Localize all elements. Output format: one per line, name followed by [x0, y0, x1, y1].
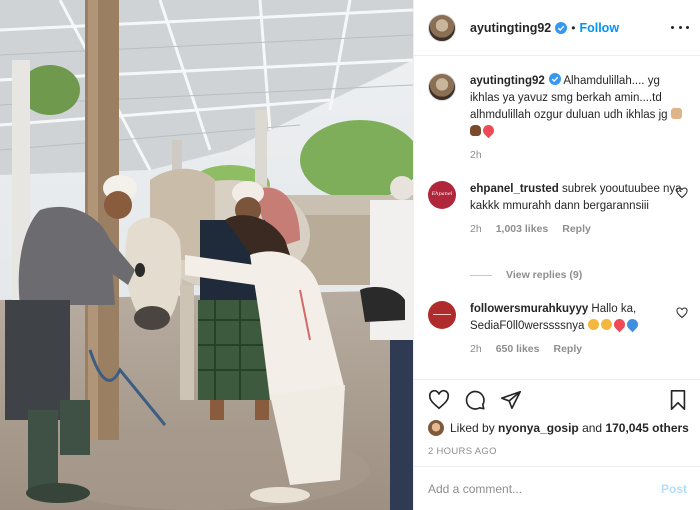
- comment-item: followersmurahkuyyy Hallo ka, SediaF0ll0…: [428, 301, 688, 358]
- comment-body: followersmurahkuyyy Hallo ka, SediaF0ll0…: [470, 301, 688, 358]
- reply-button[interactable]: Reply: [562, 223, 591, 235]
- post-side-panel: ayutingting92 • Follow ayutingting92 Alh…: [413, 0, 700, 510]
- comment-username[interactable]: followersmurahkuyyy: [470, 303, 588, 315]
- comment-item: ehpanel_trusted subrek yooutuubee nya ka…: [428, 181, 688, 238]
- likes-summary: Liked by nyonya_gosip and 170,045 others: [428, 420, 689, 436]
- post-photo[interactable]: [0, 0, 413, 510]
- liker-avatar[interactable]: [428, 420, 444, 436]
- comment-meta: 2h 650 likes Reply: [470, 341, 688, 358]
- heart-icon[interactable]: [428, 389, 450, 411]
- likes-middle: and: [582, 421, 603, 435]
- caption-body: ayutingting92 Alhamdulillah.... yg ikhla…: [470, 73, 688, 164]
- comment-likes[interactable]: 1,003 likes: [496, 223, 549, 235]
- verified-badge-icon: [555, 21, 568, 34]
- comments-list[interactable]: ayutingting92 Alhamdulillah.... yg ikhla…: [414, 57, 700, 379]
- verified-badge-icon: [548, 73, 561, 85]
- heart-eyes-emoji-icon: [600, 319, 612, 330]
- heart-eyes-emoji-icon: [587, 319, 599, 330]
- post-header: ayutingting92 • Follow: [414, 0, 700, 56]
- comment-username[interactable]: ehpanel_trusted: [470, 183, 559, 195]
- post-timestamp[interactable]: 2 HOURS AGO: [428, 446, 497, 457]
- comment-like-heart-icon[interactable]: [676, 307, 688, 319]
- comment-time: 2h: [470, 223, 482, 235]
- more-options-icon[interactable]: [671, 20, 689, 34]
- likes-count[interactable]: 170,045 others: [605, 421, 688, 435]
- owner-username[interactable]: ayutingting92: [470, 21, 551, 35]
- owner-avatar[interactable]: [428, 13, 456, 42]
- red-heart-icon: [480, 122, 497, 139]
- post-actions-area: Liked by nyonya_gosip and 170,045 others…: [414, 379, 700, 465]
- caption-meta: 2h: [470, 147, 688, 164]
- view-replies-line: [470, 274, 492, 276]
- ox-icon: [470, 125, 481, 136]
- caption-time: 2h: [470, 149, 482, 161]
- view-replies-label: View replies (9): [506, 269, 583, 281]
- praying-hands-icon: [670, 108, 682, 119]
- bookmark-icon[interactable]: [667, 389, 689, 411]
- red-heart-icon: [611, 316, 627, 333]
- commenter-avatar[interactable]: [428, 181, 456, 209]
- paper-plane-icon[interactable]: [500, 389, 522, 411]
- liker-username[interactable]: nyonya_gosip: [498, 421, 579, 435]
- commenter-avatar[interactable]: [428, 301, 456, 329]
- add-comment-bar: Post: [414, 466, 700, 510]
- header-separator: •: [571, 20, 576, 35]
- blue-heart-icon: [624, 316, 640, 333]
- view-replies-button[interactable]: View replies (9): [470, 269, 582, 281]
- comment-input[interactable]: [428, 481, 661, 496]
- comment-body: ehpanel_trusted subrek yooutuubee nya ka…: [470, 181, 688, 238]
- comment-like-heart-icon[interactable]: [676, 187, 688, 199]
- comment-likes[interactable]: 650 likes: [496, 343, 540, 355]
- caption-username[interactable]: ayutingting92: [470, 75, 545, 87]
- action-bar: [428, 389, 536, 411]
- photo-illustration: [0, 0, 413, 510]
- comment-time: 2h: [470, 343, 482, 355]
- post-comment-button[interactable]: Post: [661, 482, 687, 496]
- caption-avatar[interactable]: [428, 73, 456, 101]
- caption: ayutingting92 Alhamdulillah.... yg ikhla…: [428, 73, 688, 164]
- instagram-post: ayutingting92 • Follow ayutingting92 Alh…: [0, 0, 700, 510]
- reply-button[interactable]: Reply: [553, 343, 582, 355]
- comment-meta: 2h 1,003 likes Reply: [470, 221, 688, 238]
- comment-bubble-icon[interactable]: [464, 389, 486, 411]
- follow-button[interactable]: Follow: [579, 21, 619, 35]
- likes-prefix: Liked by: [450, 421, 495, 435]
